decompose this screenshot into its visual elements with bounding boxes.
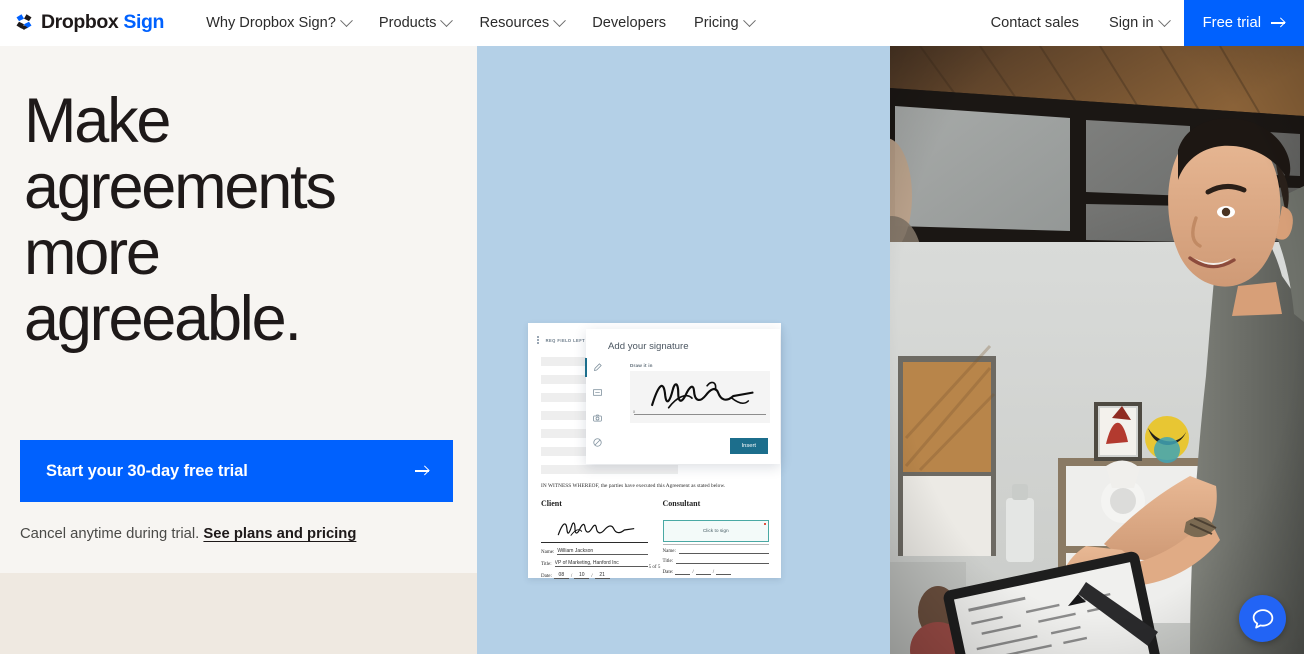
nav-item-label: Products	[378, 15, 437, 31]
camera-icon[interactable]	[590, 411, 605, 424]
field-label: Name:	[662, 549, 676, 555]
nav-item-label: Why Dropbox Sign?	[206, 15, 336, 31]
chevron-down-icon	[339, 13, 353, 27]
hero-section: Make agreements more agreeable. Start yo…	[0, 46, 1304, 654]
page-title: Make agreements more agreeable.	[24, 88, 453, 352]
nav-item-label: Resources	[479, 15, 550, 31]
cta-subtext-static: Cancel anytime during trial.	[20, 526, 200, 542]
nav-item-why-dropbox-sign[interactable]: Why Dropbox Sign?	[192, 0, 365, 46]
dropbox-sign-homepage: Dropbox Sign Why Dropbox Sign? Products …	[0, 0, 1304, 654]
field-value	[676, 562, 769, 564]
document-page-number: 5 of 5	[648, 565, 661, 570]
hero-left-lower-band	[0, 573, 477, 654]
nav-item-label: Contact sales	[990, 15, 1079, 31]
signature-column-heading: Client	[541, 499, 562, 508]
start-free-trial-label: Start your 30-day free trial	[46, 461, 248, 480]
date-separator: /	[712, 570, 715, 576]
brand-logo-link[interactable]: Dropbox Sign	[0, 0, 192, 46]
start-free-trial-button[interactable]: Start your 30-day free trial	[20, 440, 453, 502]
hero-title-line-3: more	[24, 218, 161, 288]
brand-name: Dropbox Sign	[41, 13, 164, 33]
client-name-field: Name: William Jackson	[541, 548, 648, 555]
date-month: 08	[553, 572, 569, 579]
add-signature-panel: Add your signature Draw it in x Insert	[584, 329, 780, 464]
client-signature-image	[541, 520, 648, 542]
arrow-right-icon	[1271, 18, 1285, 28]
hero-left-panel: Make agreements more agreeable. Start yo…	[0, 46, 477, 654]
nav-item-resources[interactable]: Resources	[465, 0, 578, 46]
active-tool-indicator	[584, 358, 588, 377]
draw-it-in-label: Draw it in	[630, 363, 653, 368]
signature-mode-tabs	[584, 358, 608, 449]
date-separator: /	[570, 573, 573, 579]
add-signature-title: Add your signature	[608, 341, 689, 352]
office-photo	[890, 46, 1304, 654]
hero-title-line-1: Make	[24, 86, 171, 156]
nav-item-sign-in[interactable]: Sign in	[1094, 0, 1184, 46]
chat-support-button[interactable]	[1239, 595, 1286, 642]
signature-draw-canvas[interactable]: x	[630, 371, 770, 423]
field-label: Date:	[541, 573, 552, 579]
chevron-down-icon	[440, 13, 454, 27]
consultant-name-field: Name:	[662, 549, 769, 555]
signature-rule	[662, 544, 769, 545]
chevron-down-icon	[553, 13, 567, 27]
required-flag-icon	[763, 523, 766, 526]
chat-bubble-icon	[1252, 608, 1273, 629]
field-label: Name:	[541, 550, 555, 555]
nav-right-group: Contact sales Sign in Free trial	[976, 0, 1304, 46]
field-label: Date:	[662, 570, 674, 576]
field-value	[678, 553, 769, 555]
signature-column-heading: Consultant	[662, 499, 701, 508]
text-field-icon[interactable]	[590, 386, 605, 399]
no-entry-icon[interactable]	[590, 436, 605, 449]
dropbox-x-logo-icon	[16, 14, 32, 30]
chevron-down-icon	[742, 13, 756, 27]
arrow-right-icon	[415, 466, 429, 476]
hero-copy: Make agreements more agreeable.	[0, 46, 477, 352]
click-to-sign-label: Click to sign	[702, 528, 729, 534]
witness-clause-text: IN WITNESS WHEREOF, the parties have exe…	[541, 483, 726, 489]
nav-item-products[interactable]: Products	[365, 0, 466, 46]
required-field-label: REQ FIELD LEFT	[545, 337, 586, 343]
consultant-title-field: Title:	[662, 558, 769, 564]
top-navigation-bar: Dropbox Sign Why Dropbox Sign? Products …	[0, 0, 1304, 46]
hero-photo-panel	[890, 46, 1304, 654]
chevron-down-icon	[1157, 13, 1171, 27]
pen-icon[interactable]	[584, 358, 605, 377]
field-label: Title:	[662, 558, 674, 564]
date-year: 21	[594, 572, 610, 579]
hero-title-line-2: agreements	[24, 152, 337, 222]
free-trial-label: Free trial	[1202, 15, 1261, 31]
nav-item-developers[interactable]: Developers	[578, 0, 680, 46]
cta-subtext: Cancel anytime during trial. See plans a…	[20, 526, 356, 542]
signature-baseline	[634, 414, 766, 415]
nav-primary-items: Why Dropbox Sign? Products Resources Dev…	[192, 0, 768, 46]
nav-left-group: Dropbox Sign Why Dropbox Sign? Products …	[0, 0, 768, 46]
nav-item-label: Developers	[592, 15, 667, 31]
insert-signature-button[interactable]: Insert	[729, 438, 768, 454]
field-value: William Jackson	[557, 548, 648, 555]
see-plans-and-pricing-link[interactable]: See plans and pricing	[203, 526, 356, 542]
free-trial-button[interactable]: Free trial	[1183, 0, 1304, 46]
click-to-sign-field[interactable]: Click to sign	[662, 520, 769, 542]
date-day: 10	[574, 572, 590, 579]
brand-name-secondary: Sign	[123, 11, 165, 34]
date-separator: /	[591, 573, 593, 579]
nav-item-label: Sign in	[1108, 15, 1154, 31]
nav-item-pricing[interactable]: Pricing	[680, 0, 768, 46]
drag-handle-icon	[537, 336, 541, 344]
hero-title-line-4: agreeable.	[24, 284, 302, 354]
signature-rule	[541, 542, 648, 543]
brand-name-primary: Dropbox	[41, 11, 119, 34]
nav-item-label: Pricing	[694, 15, 739, 31]
date-separator: /	[692, 570, 694, 576]
client-date-field: Date: 08 / 10 / 21	[541, 572, 648, 579]
nav-item-contact-sales[interactable]: Contact sales	[976, 0, 1094, 46]
hero-middle-panel: REQ FIELD LEFT 1	[477, 46, 890, 654]
